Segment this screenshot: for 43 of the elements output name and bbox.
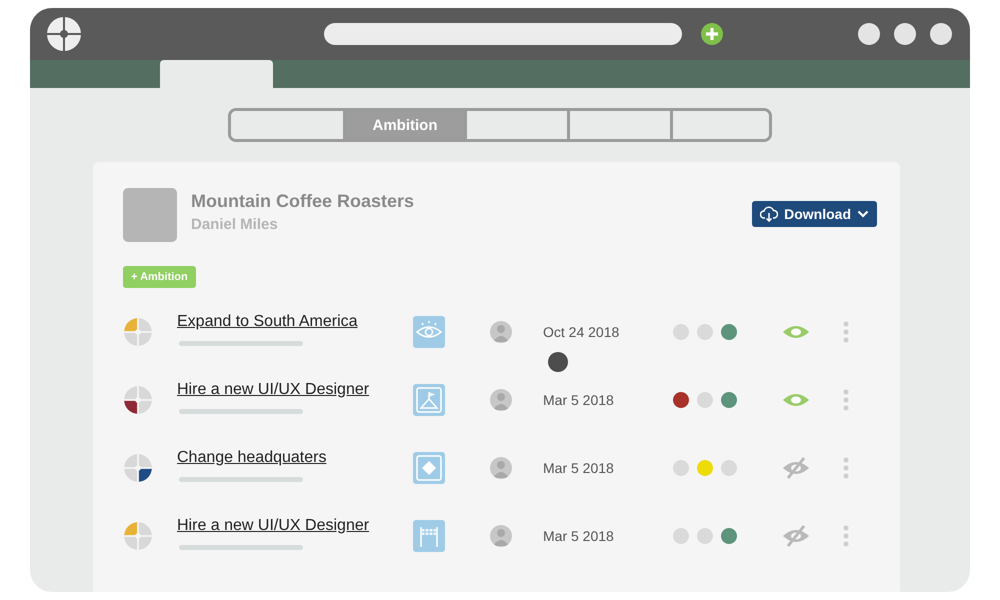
window-control[interactable] (858, 23, 880, 45)
goal-title-link[interactable]: Expand to South America (177, 312, 413, 330)
avatar-icon (490, 389, 512, 411)
more-options-button[interactable] (843, 457, 849, 479)
avatar-icon (490, 321, 512, 343)
quartered-circle-icon (123, 521, 153, 551)
quartered-circle-icon (123, 453, 153, 483)
more-options-button[interactable] (843, 321, 849, 343)
goal-date: Mar 5 2018 (543, 528, 615, 544)
logo-placeholder (123, 188, 177, 242)
icon-tile[interactable] (413, 520, 445, 552)
icon-tile[interactable] (413, 384, 445, 416)
segment-tab[interactable] (231, 111, 346, 139)
icon-tile[interactable] (413, 452, 445, 484)
crosshair-logo-icon (46, 16, 82, 52)
more-options-button[interactable] (843, 389, 849, 411)
cursor-dot (548, 352, 568, 372)
window-control[interactable] (930, 23, 952, 45)
goal-title-link[interactable]: Hire a new UI/UX Designer (177, 380, 413, 398)
window-control[interactable] (894, 23, 916, 45)
eye-icon[interactable] (782, 324, 810, 340)
eye-icon[interactable] (782, 392, 810, 408)
cloud-download-icon (760, 206, 778, 222)
quartered-circle-icon (123, 317, 153, 347)
chevron-down-icon (857, 210, 869, 218)
browser-tab[interactable] (160, 60, 273, 88)
quartered-circle-icon (123, 385, 153, 415)
goal-date: Oct 24 2018 (543, 324, 620, 340)
icon-tile[interactable] (413, 316, 445, 348)
avatar-icon (490, 525, 512, 547)
goal-title-link[interactable]: Change headquaters (177, 448, 413, 466)
avatar-icon (490, 457, 512, 479)
eye-off-icon[interactable] (782, 457, 810, 479)
company-name: Mountain Coffee Roasters (191, 191, 414, 212)
goal-date: Mar 5 2018 (543, 460, 615, 476)
goal-title-link[interactable]: Hire a new UI/UX Designer (177, 516, 413, 534)
plus-icon[interactable] (700, 22, 724, 46)
owner-name: Daniel Miles (191, 216, 279, 233)
more-options-button[interactable] (843, 525, 849, 547)
address-bar[interactable] (324, 23, 682, 45)
eye-off-icon[interactable] (782, 525, 810, 547)
download-button[interactable]: Download (752, 201, 877, 227)
goal-date: Mar 5 2018 (543, 392, 615, 408)
